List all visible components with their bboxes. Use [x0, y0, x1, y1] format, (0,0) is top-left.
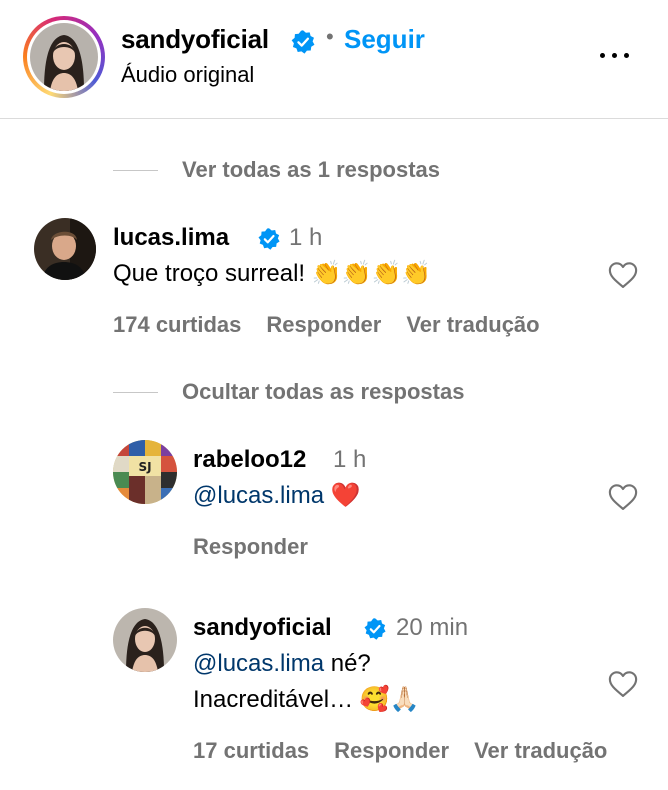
verified-badge-icon: [291, 30, 315, 54]
header-username[interactable]: sandyoficial: [121, 24, 269, 55]
avatar[interactable]: [34, 218, 96, 280]
comment-text: @lucas.lima né? Inacreditável… 🥰🙏🏻: [193, 646, 420, 718]
reply-button[interactable]: Responder: [334, 738, 449, 763]
mention-link[interactable]: @lucas.lima: [193, 650, 324, 677]
translate-button[interactable]: Ver tradução: [406, 312, 539, 337]
avatar-frame: [27, 20, 101, 94]
comment-actions: Responder: [193, 534, 308, 560]
follow-button[interactable]: Seguir: [344, 24, 425, 55]
like-heart-icon[interactable]: [608, 670, 638, 698]
comment-text: @lucas.lima ❤️: [193, 478, 361, 514]
like-heart-icon[interactable]: [608, 483, 638, 511]
view-replies-label: Ver todas as 1 respostas: [182, 157, 441, 182]
comment-actions: 174 curtidas Responder Ver tradução: [113, 312, 540, 338]
comment-body-line2: Inacreditável… 🥰🙏🏻: [193, 686, 420, 713]
verified-badge-icon: [364, 618, 386, 640]
hide-replies-label: Ocultar todas as respostas: [182, 379, 465, 404]
likes-count[interactable]: 17 curtidas: [193, 738, 309, 763]
comment-timestamp: 1 h: [289, 224, 323, 251]
mention-link[interactable]: @lucas.lima: [193, 482, 324, 509]
view-replies-toggle[interactable]: Ver todas as 1 respostas: [113, 155, 440, 185]
comment-username[interactable]: lucas.lima: [113, 224, 229, 252]
separator-dot: •: [326, 24, 334, 49]
audio-label[interactable]: Áudio original: [121, 62, 254, 88]
comment-body: ❤️: [324, 482, 361, 509]
divider-line: [113, 169, 158, 171]
reply-button[interactable]: Responder: [266, 312, 381, 337]
comment-body-line1: né?: [324, 650, 371, 677]
divider-line: [113, 391, 158, 393]
avatar[interactable]: [30, 23, 98, 91]
comment-username[interactable]: rabeloo12: [193, 446, 306, 474]
likes-count[interactable]: 174 curtidas: [113, 312, 241, 337]
hide-replies-toggle[interactable]: Ocultar todas as respostas: [113, 377, 464, 407]
like-heart-icon[interactable]: [608, 261, 638, 289]
translate-button[interactable]: Ver tradução: [474, 738, 607, 763]
avatar[interactable]: SJ: [113, 440, 177, 504]
story-ring[interactable]: [23, 16, 105, 98]
avatar[interactable]: [113, 608, 177, 672]
verified-badge-icon: [258, 228, 280, 250]
comment-timestamp: 1 h: [333, 446, 367, 473]
reply-button[interactable]: Responder: [193, 534, 308, 559]
more-options-icon[interactable]: [596, 42, 636, 68]
svg-text:SJ: SJ: [138, 460, 151, 474]
comment-text: Que troço surreal! 👏👏👏👏: [113, 260, 432, 287]
comment-timestamp: 20 min: [396, 614, 469, 641]
post-header: sandyoficial • Seguir Áudio original: [0, 0, 668, 119]
comment-username[interactable]: sandyoficial: [193, 614, 332, 642]
comment-actions: 17 curtidas Responder Ver tradução: [193, 738, 607, 764]
